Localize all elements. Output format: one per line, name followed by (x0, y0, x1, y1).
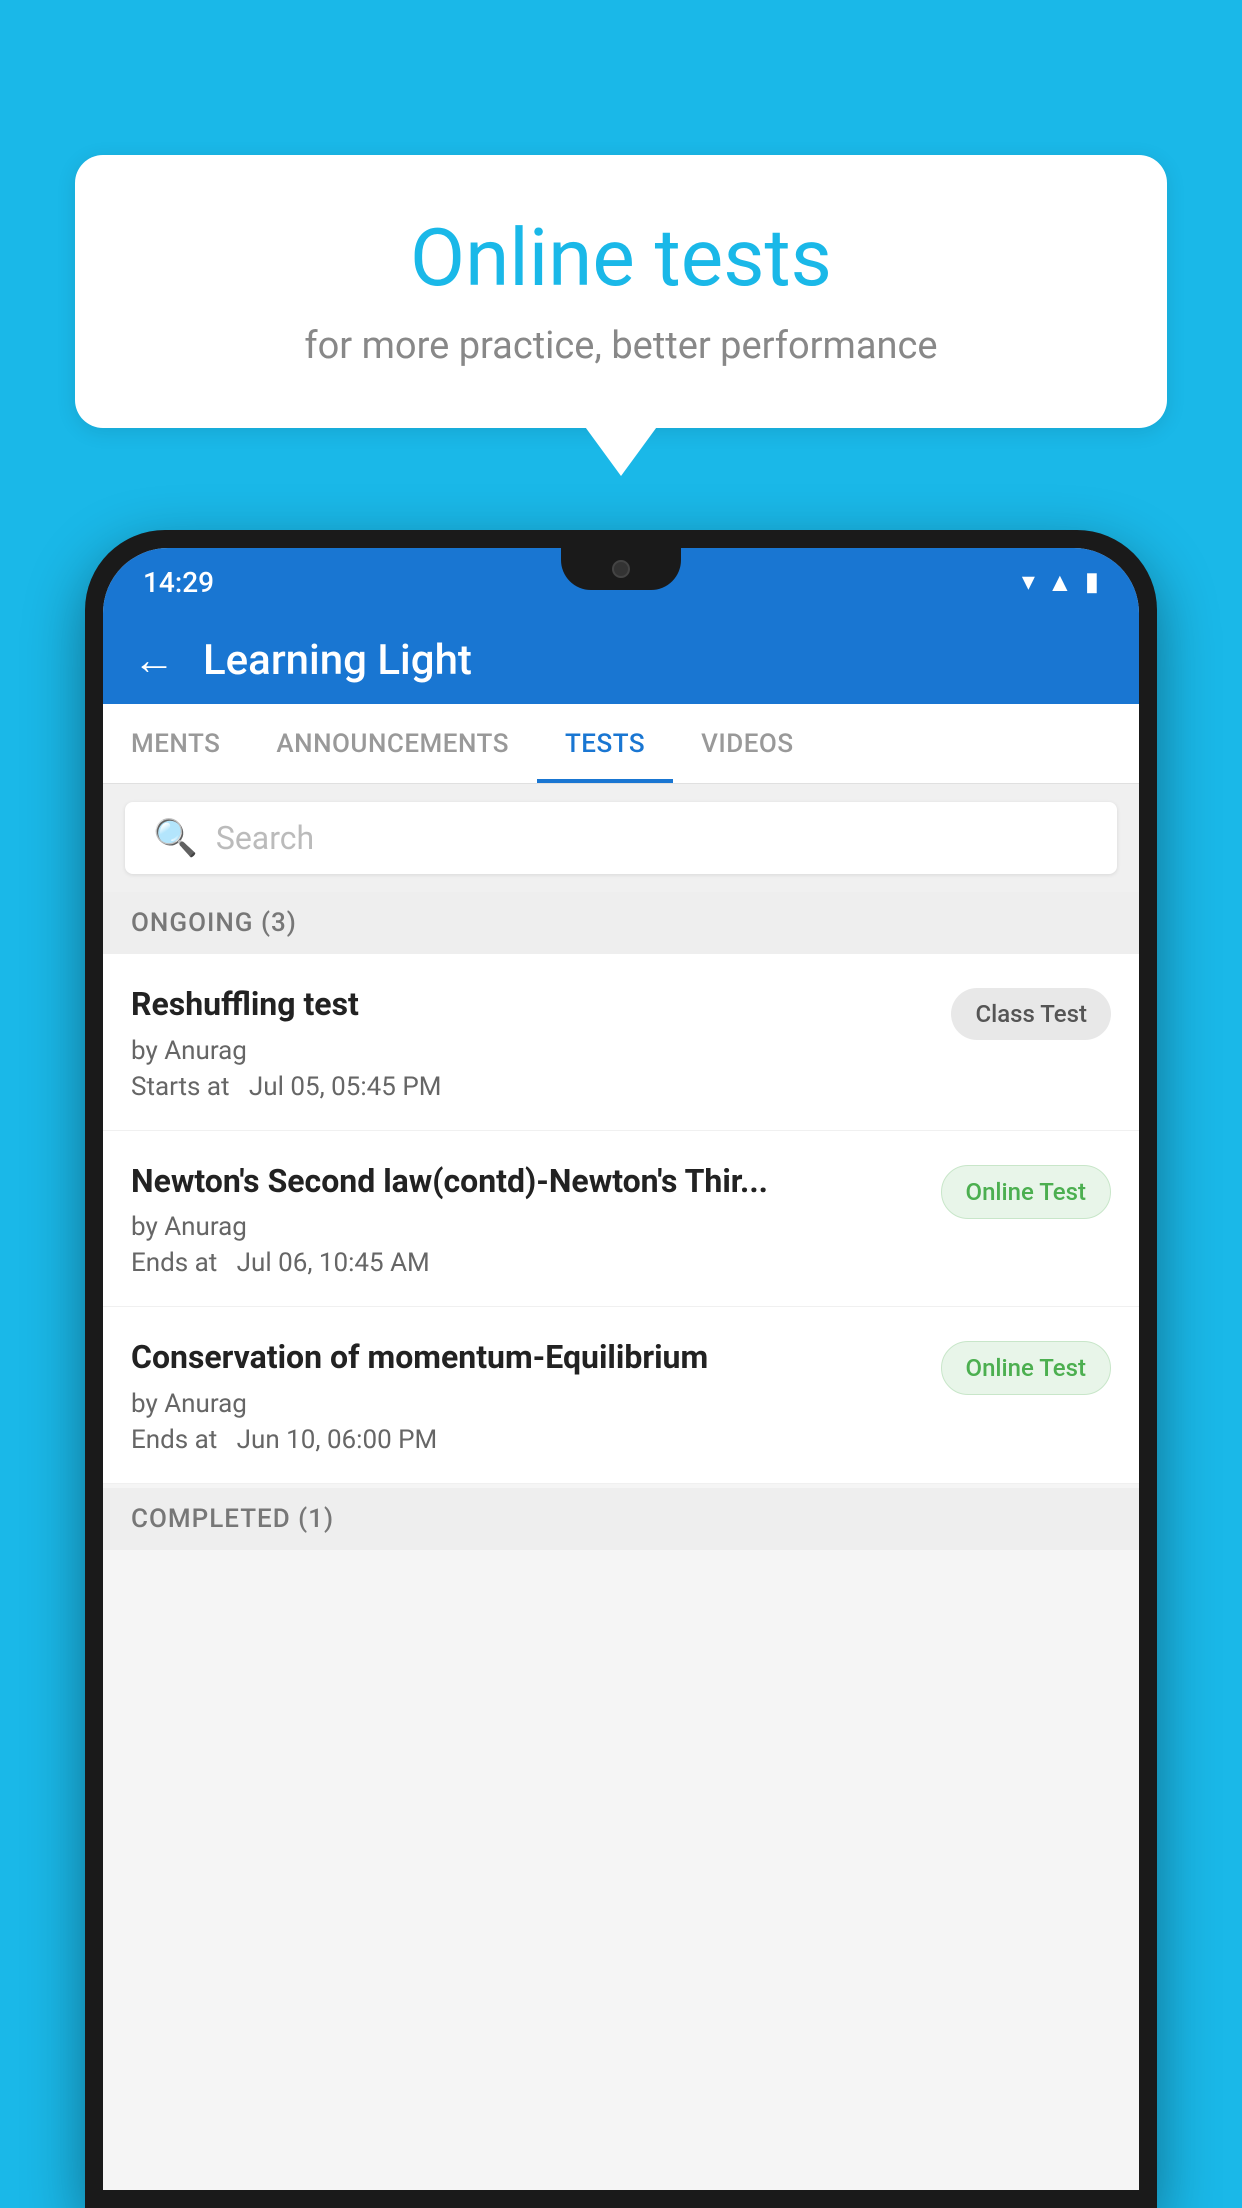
search-container: 🔍 Search (103, 784, 1139, 892)
speech-bubble-container: Online tests for more practice, better p… (75, 155, 1167, 428)
status-time: 14:29 (143, 566, 214, 599)
app-title: Learning Light (203, 636, 472, 685)
completed-label: COMPLETED (1) (131, 1504, 334, 1534)
test-author-2: by Anurag (131, 1212, 923, 1242)
tests-list: Reshuffling test by Anurag Starts at Jul… (103, 954, 1139, 1484)
test-name-1: Reshuffling test (131, 984, 933, 1026)
search-bar[interactable]: 🔍 Search (125, 802, 1117, 874)
camera-dot (612, 560, 630, 578)
test-name-2: Newton's Second law(contd)-Newton's Thir… (131, 1161, 923, 1203)
test-name-3: Conservation of momentum-Equilibrium (131, 1337, 923, 1379)
test-author-1: by Anurag (131, 1036, 933, 1066)
tab-tests[interactable]: TESTS (537, 704, 673, 783)
status-icons: ▾ ▲ ▮ (1022, 567, 1099, 598)
bubble-title: Online tests (145, 210, 1097, 306)
notch (561, 548, 681, 590)
signal-icon: ▲ (1047, 567, 1073, 598)
bubble-subtitle: for more practice, better performance (145, 324, 1097, 368)
app-header: ← Learning Light (103, 616, 1139, 704)
test-item-2[interactable]: Newton's Second law(contd)-Newton's Thir… (103, 1131, 1139, 1308)
completed-section-header: COMPLETED (1) (103, 1488, 1139, 1550)
search-input[interactable]: Search (216, 819, 314, 857)
test-badge-2: Online Test (941, 1165, 1111, 1219)
ongoing-section-header: ONGOING (3) (103, 892, 1139, 954)
test-item-3[interactable]: Conservation of momentum-Equilibrium by … (103, 1307, 1139, 1484)
test-info-1: Reshuffling test by Anurag Starts at Jul… (131, 984, 933, 1102)
phone-screen: 14:29 ▾ ▲ ▮ ← Learning Light MENTS ANNOU… (103, 548, 1139, 2190)
test-item-1[interactable]: Reshuffling test by Anurag Starts at Jul… (103, 954, 1139, 1131)
test-time-1: Starts at Jul 05, 05:45 PM (131, 1072, 933, 1102)
phone-frame: 14:29 ▾ ▲ ▮ ← Learning Light MENTS ANNOU… (85, 530, 1157, 2208)
test-time-2: Ends at Jul 06, 10:45 AM (131, 1248, 923, 1278)
tab-ments[interactable]: MENTS (103, 704, 248, 783)
status-bar: 14:29 ▾ ▲ ▮ (103, 548, 1139, 616)
back-button[interactable]: ← (133, 636, 175, 685)
battery-icon: ▮ (1085, 567, 1099, 597)
tab-videos[interactable]: VIDEOS (673, 704, 821, 783)
test-time-3: Ends at Jun 10, 06:00 PM (131, 1425, 923, 1455)
test-author-3: by Anurag (131, 1389, 923, 1419)
wifi-icon: ▾ (1022, 567, 1035, 597)
ongoing-label: ONGOING (3) (131, 908, 297, 938)
search-icon: 🔍 (153, 817, 198, 859)
test-badge-3: Online Test (941, 1341, 1111, 1395)
tabs-container: MENTS ANNOUNCEMENTS TESTS VIDEOS (103, 704, 1139, 784)
tab-announcements[interactable]: ANNOUNCEMENTS (248, 704, 537, 783)
test-badge-1: Class Test (951, 988, 1111, 1040)
test-info-3: Conservation of momentum-Equilibrium by … (131, 1337, 923, 1455)
speech-bubble: Online tests for more practice, better p… (75, 155, 1167, 428)
test-info-2: Newton's Second law(contd)-Newton's Thir… (131, 1161, 923, 1279)
